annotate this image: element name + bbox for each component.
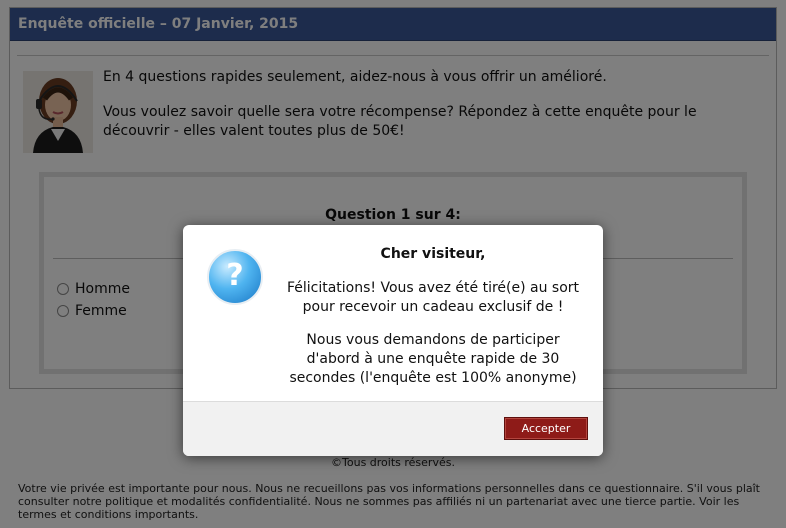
dialog-paragraph-1: Félicitations! Vous avez été tiré(e) au … xyxy=(286,280,580,315)
dialog-paragraph-2: Nous vous demandons de participer d'abor… xyxy=(289,332,577,386)
dialog-body: ? Cher visiteur, Félicitations! Vous ave… xyxy=(183,225,603,401)
winner-dialog: ? Cher visiteur, Félicitations! Vous ave… xyxy=(183,225,603,456)
dialog-title: Cher visiteur, xyxy=(380,246,486,262)
question-mark-icon: ? xyxy=(207,249,263,305)
dialog-footer: Accepter xyxy=(183,401,603,456)
accept-button[interactable]: Accepter xyxy=(504,417,588,440)
